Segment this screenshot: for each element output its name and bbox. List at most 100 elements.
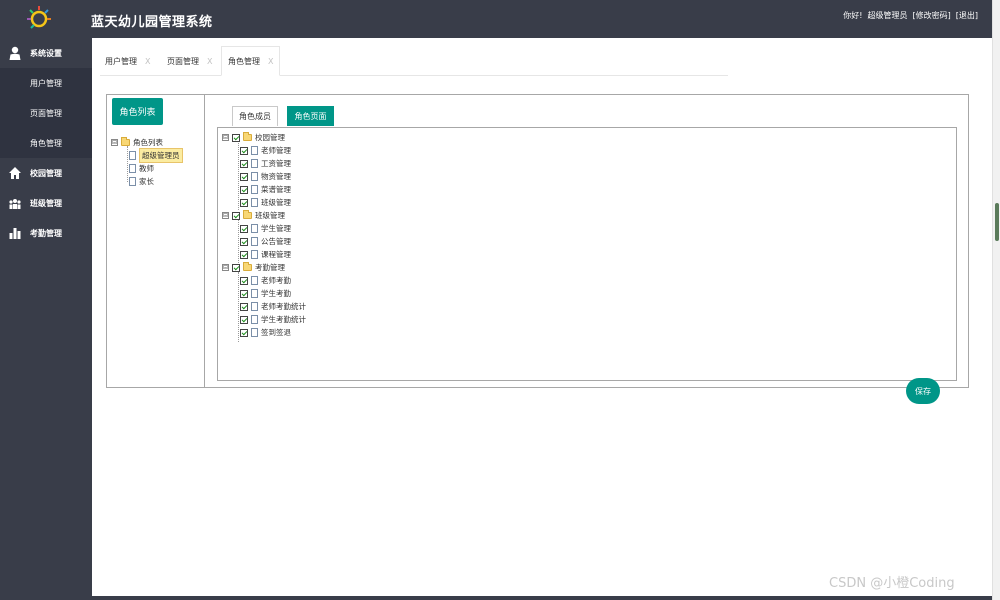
tab-label: 页面管理 xyxy=(167,56,199,66)
logout-link[interactable]: [退出] xyxy=(956,10,978,21)
document-icon xyxy=(251,276,258,285)
document-icon xyxy=(251,198,258,207)
document-icon xyxy=(251,289,258,298)
sidebar: 系统设置 用户管理 页面管理 角色管理 校园管理 班级管理 考勤管理 xyxy=(0,38,92,600)
checkbox[interactable] xyxy=(232,211,240,220)
checkbox[interactable] xyxy=(240,185,248,194)
tab-page-management[interactable]: 页面管理 X xyxy=(167,46,212,76)
collapse-icon[interactable]: ⊟ xyxy=(222,134,229,141)
perm-group-class[interactable]: ⊟ 班级管理 xyxy=(222,209,306,222)
close-icon[interactable]: X xyxy=(145,57,150,66)
permission-tree: ⊟ 校园管理 老师管理 工资管理 物资管理 菜谱管理 班级管理 ⊟ 班级管理 学… xyxy=(222,131,306,342)
checkbox[interactable] xyxy=(240,276,248,285)
document-icon xyxy=(251,328,258,337)
checkbox[interactable] xyxy=(240,289,248,298)
perm-group-attendance[interactable]: ⊟ 考勤管理 xyxy=(222,261,306,274)
role-item-super-admin[interactable]: 超级管理员 xyxy=(111,148,183,163)
role-management-panel: 角色列表 ⊟ 角色列表 超级管理员 教师 家长 角色成员 角色页面 ⊟ 校园管理… xyxy=(106,94,969,404)
perm-item[interactable]: 老师管理 xyxy=(222,144,306,157)
perm-item[interactable]: 课程管理 xyxy=(222,248,306,261)
checkbox[interactable] xyxy=(240,250,248,259)
tree-node-label: 学生考勤 xyxy=(261,289,291,298)
sidebar-item-system-settings[interactable]: 系统设置 xyxy=(0,38,92,68)
checkbox[interactable] xyxy=(240,159,248,168)
tree-node-label: 工资管理 xyxy=(261,159,291,168)
document-icon xyxy=(251,302,258,311)
sidebar-subitem-role-management[interactable]: 角色管理 xyxy=(0,128,92,158)
role-tree: ⊟ 角色列表 超级管理员 教师 家长 xyxy=(111,136,183,188)
folder-icon xyxy=(121,137,130,146)
checkbox[interactable] xyxy=(240,328,248,337)
close-icon[interactable]: X xyxy=(207,57,212,66)
document-icon xyxy=(251,172,258,181)
greeting-text: 你好! xyxy=(843,11,863,20)
perm-item[interactable]: 签到签退 xyxy=(222,326,306,339)
tree-node-label: 学生管理 xyxy=(261,224,291,233)
logo-icon xyxy=(27,6,51,29)
checkbox[interactable] xyxy=(240,237,248,246)
perm-item[interactable]: 老师考勤 xyxy=(222,274,306,287)
checkbox[interactable] xyxy=(232,133,240,142)
sidebar-item-attendance[interactable]: 考勤管理 xyxy=(0,218,92,248)
perm-item[interactable]: 学生考勤 xyxy=(222,287,306,300)
perm-item[interactable]: 菜谱管理 xyxy=(222,183,306,196)
sidebar-item-label: 班级管理 xyxy=(30,199,62,208)
checkbox[interactable] xyxy=(240,224,248,233)
checkbox[interactable] xyxy=(240,146,248,155)
close-icon[interactable]: X xyxy=(268,57,273,66)
tree-node-label: 菜谱管理 xyxy=(261,185,291,194)
scrollbar-thumb[interactable] xyxy=(995,203,999,241)
username-link[interactable]: 超级管理员 xyxy=(868,10,908,21)
tab-label: 用户管理 xyxy=(105,56,137,66)
tree-node-label: 老师管理 xyxy=(261,146,291,155)
document-icon xyxy=(251,146,258,155)
tree-node-label: 物资管理 xyxy=(261,172,291,181)
tree-node-label: 班级管理 xyxy=(261,198,291,207)
tab-role-management[interactable]: 角色管理 X xyxy=(221,46,281,76)
perm-item[interactable]: 学生考勤统计 xyxy=(222,313,306,326)
sidebar-subitem-user-management[interactable]: 用户管理 xyxy=(0,68,92,98)
folder-icon xyxy=(243,210,252,219)
tab-role-members[interactable]: 角色成员 xyxy=(232,106,278,126)
tree-node-label: 公告管理 xyxy=(261,237,291,246)
perm-item[interactable]: 学生管理 xyxy=(222,222,306,235)
sidebar-item-class[interactable]: 班级管理 xyxy=(0,188,92,218)
checkbox[interactable] xyxy=(240,198,248,207)
role-item-parent[interactable]: 家长 xyxy=(111,175,183,188)
document-icon xyxy=(129,177,136,186)
group-icon xyxy=(9,199,21,209)
home-icon xyxy=(9,167,21,179)
perm-item[interactable]: 班级管理 xyxy=(222,196,306,209)
collapse-icon[interactable]: ⊟ xyxy=(111,139,118,146)
perm-item[interactable]: 公告管理 xyxy=(222,235,306,248)
sidebar-item-label: 考勤管理 xyxy=(30,229,62,238)
perm-item[interactable]: 老师考勤统计 xyxy=(222,300,306,313)
perm-item[interactable]: 物资管理 xyxy=(222,170,306,183)
document-icon xyxy=(251,224,258,233)
collapse-icon[interactable]: ⊟ xyxy=(222,212,229,219)
checkbox[interactable] xyxy=(232,263,240,272)
save-button[interactable]: 保存 xyxy=(906,378,940,404)
watermark-text: CSDN @小橙Coding xyxy=(829,576,955,591)
perm-item[interactable]: 工资管理 xyxy=(222,157,306,170)
sidebar-subitem-page-management[interactable]: 页面管理 xyxy=(0,98,92,128)
collapse-icon[interactable]: ⊟ xyxy=(222,264,229,271)
vertical-scrollbar[interactable] xyxy=(992,0,1000,600)
role-list-pane: 角色列表 ⊟ 角色列表 超级管理员 教师 家长 xyxy=(107,95,205,387)
checkbox[interactable] xyxy=(240,302,248,311)
tree-node-label: 超级管理员 xyxy=(139,148,183,163)
tab-role-pages[interactable]: 角色页面 xyxy=(287,106,334,126)
checkbox[interactable] xyxy=(240,172,248,181)
change-password-link[interactable]: [修改密码] xyxy=(913,10,951,21)
tab-user-management[interactable]: 用户管理 X xyxy=(105,46,150,76)
role-item-teacher[interactable]: 教师 xyxy=(111,162,183,175)
tree-node-label: 家长 xyxy=(139,177,154,186)
document-icon xyxy=(251,250,258,259)
sidebar-item-campus[interactable]: 校园管理 xyxy=(0,158,92,188)
tab-strip: 用户管理 X 页面管理 X 角色管理 X xyxy=(100,46,728,76)
app-title: 蓝天幼儿园管理系统 xyxy=(91,15,213,30)
checkbox[interactable] xyxy=(240,315,248,324)
perm-group-campus[interactable]: ⊟ 校园管理 xyxy=(222,131,306,144)
role-list-button[interactable]: 角色列表 xyxy=(112,98,163,125)
sidebar-item-label: 系统设置 xyxy=(30,49,62,58)
